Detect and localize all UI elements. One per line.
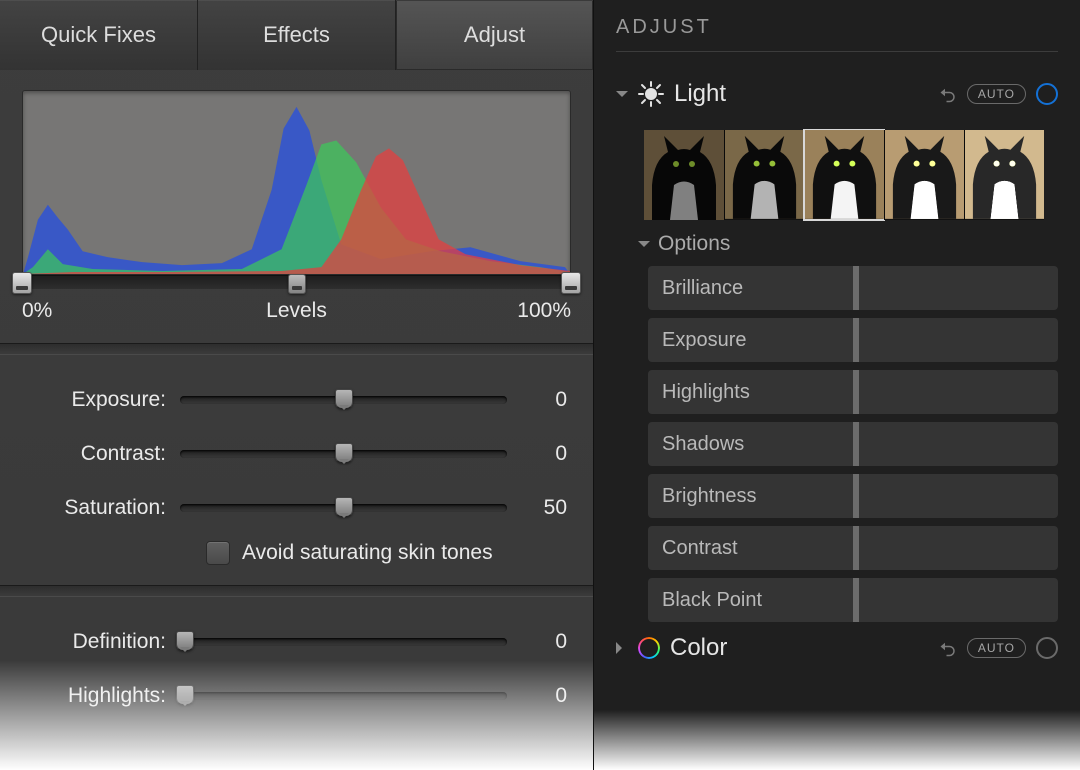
slider-definition-row: Definition: 0 [26, 615, 567, 669]
enable-ring[interactable] [1036, 637, 1058, 659]
levels-title: Levels [266, 299, 327, 323]
option-highlights[interactable]: Highlights [648, 370, 1058, 414]
slider-midmark [853, 370, 859, 414]
slider-saturation-row: Saturation: 50 [26, 481, 567, 535]
tab-effects[interactable]: Effects [198, 0, 396, 70]
option-label: Shadows [648, 433, 744, 456]
contrast-slider[interactable] [180, 450, 507, 458]
auto-button[interactable]: AUTO [967, 84, 1026, 104]
rule [616, 51, 1058, 52]
options-header[interactable]: Options [638, 232, 1058, 256]
option-label: Contrast [648, 537, 738, 560]
skin-tones-checkbox[interactable] [206, 541, 230, 565]
levels-handle-white[interactable] [561, 272, 581, 294]
contrast-value: 0 [521, 442, 567, 466]
divider [0, 585, 593, 597]
saturation-value: 50 [521, 496, 567, 520]
light-section-name: Light [674, 80, 929, 108]
definition-value: 0 [521, 630, 567, 654]
slider-highlights-row: Highlights: 0 [26, 669, 567, 723]
levels-handle-mid[interactable] [288, 274, 306, 294]
chevron-down-icon [638, 241, 650, 253]
enable-ring[interactable] [1036, 83, 1058, 105]
slider-midmark [853, 266, 859, 310]
exposure-value: 0 [521, 388, 567, 412]
slider-label: Highlights: [26, 684, 166, 708]
undo-icon[interactable] [939, 639, 957, 657]
light-thumb[interactable] [644, 130, 724, 220]
tab-bar: Quick Fixes Effects Adjust [0, 0, 593, 70]
light-thumbnails [644, 130, 1058, 220]
slider-midmark [853, 526, 859, 570]
slider-knob[interactable] [176, 685, 194, 705]
levels-track[interactable] [20, 275, 573, 289]
light-thumb-selected[interactable] [804, 130, 884, 220]
slider-knob[interactable] [335, 497, 353, 517]
light-thumb[interactable] [964, 130, 1044, 220]
levels-labels: 0% Levels 100% [22, 299, 571, 323]
slider-label: Exposure: [26, 388, 166, 412]
slider-knob[interactable] [335, 443, 353, 463]
fade-overlay [594, 710, 1080, 770]
sun-icon [638, 81, 664, 107]
option-label: Brilliance [648, 277, 743, 300]
chevron-down-icon [616, 91, 628, 103]
light-thumb[interactable] [884, 130, 964, 220]
auto-button[interactable]: AUTO [967, 638, 1026, 658]
option-label: Black Point [648, 589, 762, 612]
option-black-point[interactable]: Black Point [648, 578, 1058, 622]
option-label: Exposure [648, 329, 747, 352]
histogram [22, 90, 571, 275]
levels-handle-black[interactable] [12, 272, 32, 294]
skin-tones-label: Avoid saturating skin tones [242, 541, 493, 565]
undo-icon[interactable] [939, 85, 957, 103]
option-brightness[interactable]: Brightness [648, 474, 1058, 518]
slider-label: Contrast: [26, 442, 166, 466]
highlights-value: 0 [521, 684, 567, 708]
slider-exposure-row: Exposure: 0 [26, 373, 567, 427]
slider-midmark [853, 318, 859, 362]
panel-title: ADJUST [616, 16, 1058, 51]
option-exposure[interactable]: Exposure [648, 318, 1058, 362]
slider-midmark [853, 474, 859, 518]
saturation-slider[interactable] [180, 504, 507, 512]
option-contrast[interactable]: Contrast [648, 526, 1058, 570]
tab-adjust[interactable]: Adjust [396, 0, 593, 70]
divider [0, 343, 593, 355]
color-section-header[interactable]: Color AUTO [616, 630, 1058, 666]
light-thumb[interactable] [724, 130, 804, 220]
options-label: Options [658, 232, 730, 256]
exposure-slider[interactable] [180, 396, 507, 404]
chevron-right-icon [616, 642, 628, 654]
light-section-header[interactable]: Light AUTO [616, 76, 1058, 112]
color-wheel-icon [638, 637, 660, 659]
iphoto-adjust-panel: Quick Fixes Effects Adjust 0% Levels 100… [0, 0, 594, 770]
slider-midmark [853, 578, 859, 622]
option-label: Highlights [648, 381, 750, 404]
photos-adjust-panel: ADJUST Light AUTO [594, 0, 1080, 770]
slider-midmark [853, 422, 859, 466]
skin-tones-checkbox-row: Avoid saturating skin tones [206, 541, 567, 565]
highlights-slider[interactable] [180, 692, 507, 700]
slider-label: Saturation: [26, 496, 166, 520]
color-section-name: Color [670, 634, 929, 662]
slider-knob[interactable] [176, 631, 194, 651]
option-label: Brightness [648, 485, 757, 508]
levels-max-label: 100% [517, 299, 571, 323]
tab-quick-fixes[interactable]: Quick Fixes [0, 0, 198, 70]
slider-label: Definition: [26, 630, 166, 654]
slider-knob[interactable] [335, 389, 353, 409]
definition-slider[interactable] [180, 638, 507, 646]
slider-contrast-row: Contrast: 0 [26, 427, 567, 481]
levels-min-label: 0% [22, 299, 52, 323]
option-brilliance[interactable]: Brilliance [648, 266, 1058, 310]
option-shadows[interactable]: Shadows [648, 422, 1058, 466]
